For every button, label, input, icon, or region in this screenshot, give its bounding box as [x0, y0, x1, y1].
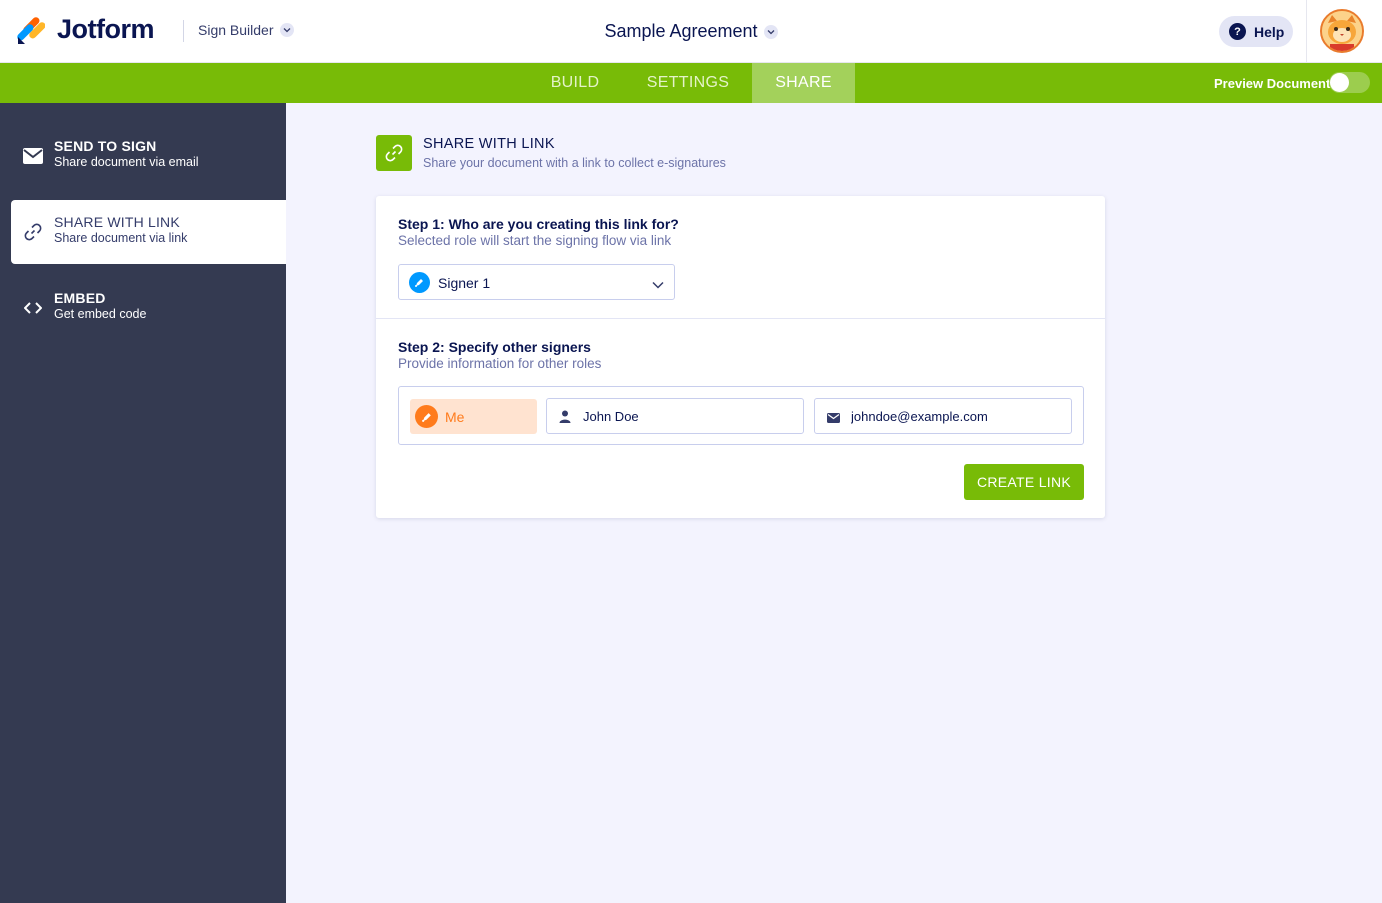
- toggle-knob: [1330, 73, 1349, 92]
- other-signers-row: Me: [398, 386, 1084, 445]
- preview-document-toggle[interactable]: [1329, 72, 1370, 93]
- sidebar-item-subtitle: Share document via link: [54, 231, 188, 245]
- tab-build[interactable]: BUILD: [526, 63, 624, 103]
- role-select[interactable]: Signer 1: [398, 264, 675, 300]
- role-select-value: Signer 1: [438, 275, 491, 291]
- sidebar-item-subtitle: Get embed code: [54, 307, 147, 321]
- sidebar-item-title: SEND TO SIGN: [54, 138, 157, 154]
- section-title: SHARE WITH LINK: [423, 136, 555, 152]
- tab-build-label: BUILD: [550, 74, 600, 91]
- link-icon: [385, 144, 403, 162]
- share-link-card: Step 1: Who are you creating this link f…: [376, 196, 1105, 518]
- avatar[interactable]: [1320, 9, 1364, 53]
- top-header: Jotform Sign Builder Sample Agreement ? …: [0, 0, 1382, 63]
- sidebar-item-embed[interactable]: EMBED Get embed code: [0, 276, 286, 340]
- section-subtitle: Share your document with a link to colle…: [423, 156, 726, 170]
- preview-document-label: Preview Document: [1214, 76, 1331, 91]
- signer-name-input[interactable]: [583, 399, 783, 433]
- user-icon: [559, 410, 571, 428]
- help-label: Help: [1254, 23, 1285, 40]
- tab-settings-label: SETTINGS: [646, 74, 730, 91]
- envelope-icon: [22, 145, 44, 167]
- builder-nav: BUILD SETTINGS SHARE Preview Document: [0, 63, 1382, 103]
- step2-subtitle: Provide information for other roles: [398, 356, 602, 371]
- signer-email-field[interactable]: [814, 398, 1072, 434]
- sidebar-item-title: SHARE WITH LINK: [54, 214, 180, 230]
- chevron-down-icon: [763, 24, 778, 39]
- step1-title: Step 1: Who are you creating this link f…: [398, 216, 679, 232]
- share-sidebar: SEND TO SIGN Share document via email SH…: [0, 103, 286, 903]
- signer-pen-icon: [415, 405, 438, 428]
- avatar-cat-icon: [1322, 11, 1362, 51]
- document-title-text: Sample Agreement: [604, 21, 758, 41]
- tab-share-label: SHARE: [775, 74, 832, 91]
- share-link-section-icon: [376, 135, 412, 171]
- step1-subtitle: Selected role will start the signing flo…: [398, 233, 672, 248]
- header-separator: [1306, 0, 1307, 63]
- link-icon: [22, 221, 44, 243]
- sidebar-item-title: EMBED: [54, 290, 106, 306]
- tab-settings[interactable]: SETTINGS: [624, 63, 752, 103]
- envelope-icon: [827, 410, 840, 428]
- create-link-button[interactable]: CREATE LINK: [964, 464, 1084, 500]
- signer-pen-icon: [409, 272, 430, 293]
- tab-share[interactable]: SHARE: [752, 63, 855, 103]
- sidebar-item-subtitle: Share document via email: [54, 155, 199, 169]
- signer-email-input[interactable]: [851, 399, 1051, 433]
- sidebar-item-send-to-sign[interactable]: SEND TO SIGN Share document via email: [0, 124, 286, 188]
- document-title[interactable]: Sample Agreement: [0, 21, 1382, 42]
- sidebar-item-share-with-link[interactable]: SHARE WITH LINK Share document via link: [11, 200, 286, 264]
- role-chip-me: Me: [410, 399, 537, 434]
- role-chip-label: Me: [445, 409, 465, 425]
- signer-name-field[interactable]: [546, 398, 804, 434]
- chevron-down-icon: [652, 276, 664, 294]
- question-icon: ?: [1229, 23, 1246, 40]
- code-icon: [22, 297, 44, 319]
- help-button[interactable]: ? Help: [1219, 16, 1293, 47]
- step-divider: [376, 318, 1105, 319]
- step2-title: Step 2: Specify other signers: [398, 339, 591, 355]
